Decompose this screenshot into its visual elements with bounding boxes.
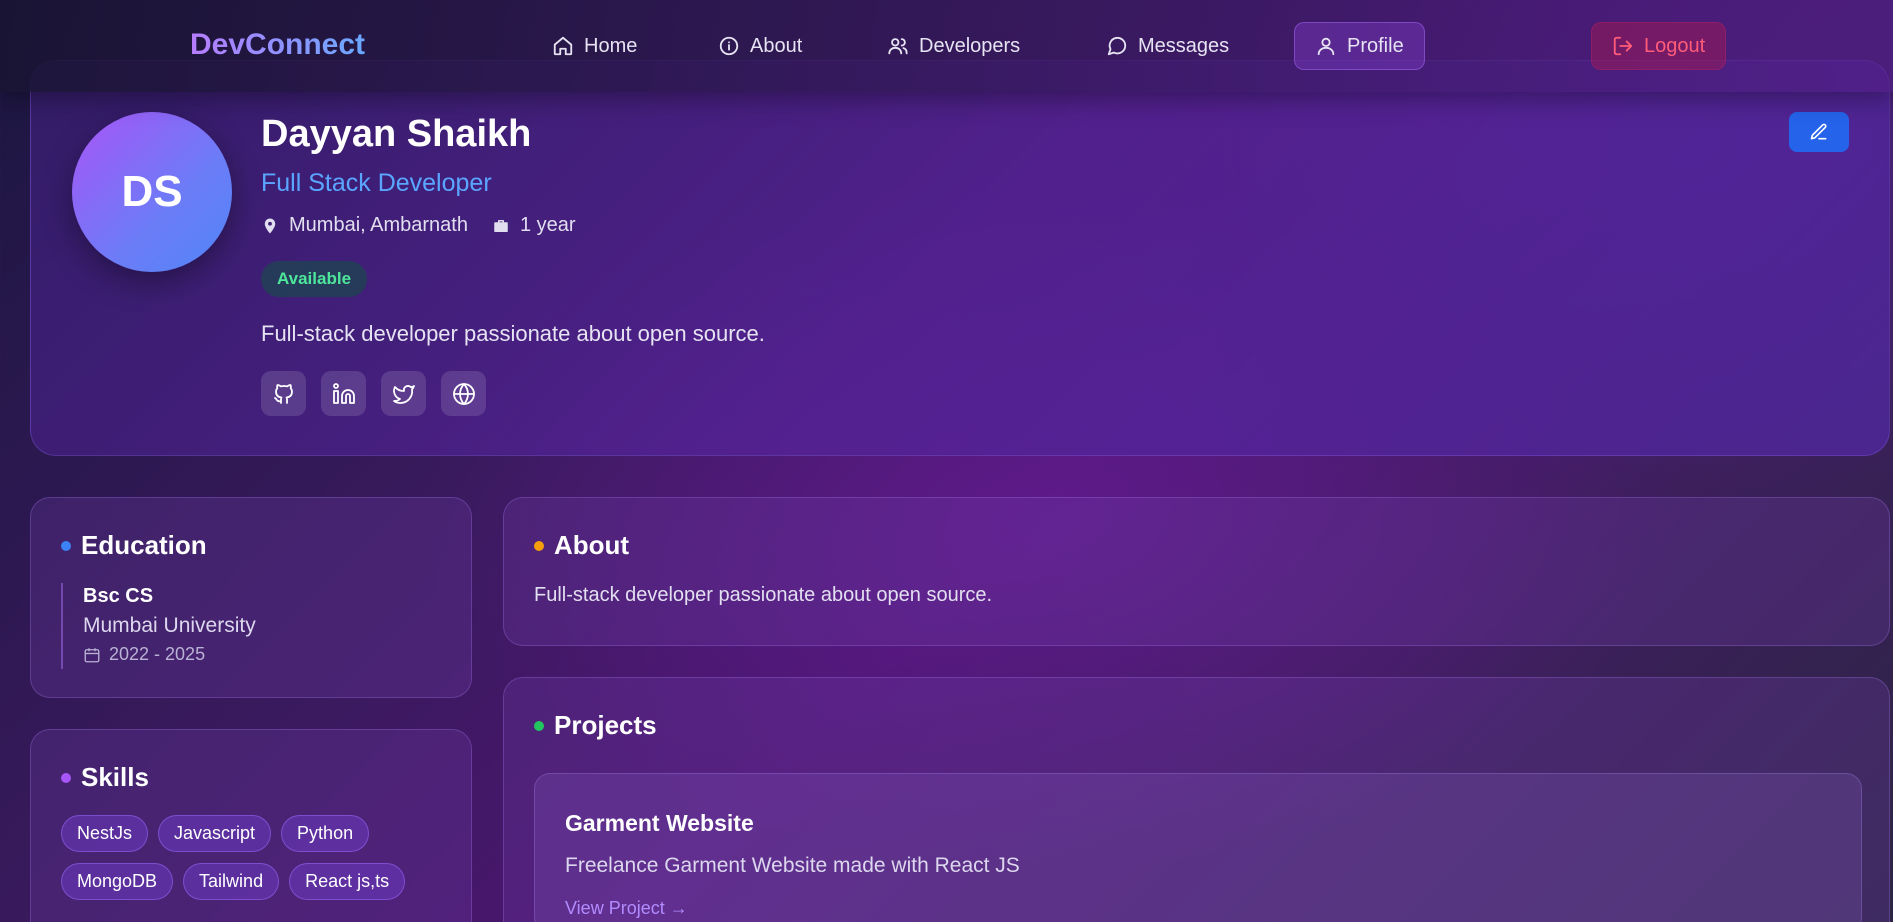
about-text: Full-stack developer passionate about op…	[534, 584, 993, 606]
logout-icon	[1613, 36, 1633, 56]
skill-tag: MongoDB	[61, 863, 174, 900]
education-title-row: Education	[61, 530, 207, 561]
twitter-icon	[392, 384, 415, 404]
nav-about-label: About	[750, 34, 803, 57]
education-entry: Bsc CS Mumbai University 2022 - 2025	[61, 583, 256, 669]
projects-dot	[534, 720, 544, 731]
nav-about[interactable]: About	[698, 22, 822, 70]
about-title-row: About	[534, 530, 629, 561]
skill-tag: NestJs	[61, 815, 149, 852]
social-links	[261, 371, 486, 416]
skill-tag: Javascript	[158, 815, 272, 852]
location: Mumbai, Ambarnath	[261, 214, 468, 237]
users-icon	[888, 38, 908, 55]
avatar: DS	[72, 112, 232, 272]
skill-tag: React js,ts	[289, 863, 406, 900]
view-project-link[interactable]: View Project →	[565, 898, 688, 919]
skills-dot	[61, 772, 71, 783]
briefcase-icon	[494, 219, 508, 232]
experience-text: 1 year	[519, 214, 576, 236]
projects-title-row: Projects	[534, 710, 657, 741]
website-link[interactable]	[441, 371, 486, 416]
projects-card: Projects Garment Website Freelance Garme…	[503, 677, 1890, 922]
logout-button[interactable]: Logout	[1591, 22, 1727, 70]
linkedin-icon	[332, 382, 355, 404]
globe-icon	[452, 382, 475, 405]
nav-home[interactable]: Home	[532, 22, 657, 70]
skill-tag: Tailwind	[183, 863, 280, 900]
app-logo[interactable]: DevConnect	[190, 28, 365, 62]
linkedin-link[interactable]	[321, 371, 366, 416]
message-icon	[1107, 36, 1127, 56]
project-description: Freelance Garment Website made with Reac…	[565, 854, 1020, 877]
nav-profile-label: Profile	[1347, 34, 1404, 57]
nav-messages-label: Messages	[1138, 34, 1230, 57]
profile-header-card: DS Dayyan Shaikh Full Stack Developer Mu…	[30, 60, 1890, 456]
nav-home-label: Home	[584, 34, 638, 57]
education-title: Education	[81, 530, 207, 560]
info-icon	[719, 36, 739, 56]
github-icon	[273, 383, 293, 404]
experience: 1 year	[492, 214, 576, 237]
about-card: About Full-stack developer passionate ab…	[503, 497, 1890, 646]
nav-developers-label: Developers	[919, 34, 1021, 57]
profile-role: Full Stack Developer	[261, 169, 492, 197]
nav-profile[interactable]: Profile	[1294, 22, 1425, 70]
nav-developers[interactable]: Developers	[867, 22, 1040, 70]
skills-card: Skills NestJs Javascript Python MongoDB …	[30, 729, 472, 922]
skills-list: NestJs Javascript Python MongoDB Tailwin…	[61, 815, 461, 900]
education-years: 2022 - 2025	[83, 644, 256, 665]
home-icon	[553, 36, 573, 56]
edit-icon	[1810, 123, 1827, 140]
logout-label: Logout	[1644, 34, 1706, 57]
education-card: Education Bsc CS Mumbai University 2022 …	[30, 497, 472, 698]
twitter-link[interactable]	[381, 371, 426, 416]
profile-meta: Mumbai, Ambarnath 1 year	[261, 214, 576, 237]
profile-name: Dayyan Shaikh	[261, 113, 532, 155]
edit-profile-button[interactable]	[1789, 112, 1849, 152]
about-dot	[534, 540, 544, 551]
top-navbar: DevConnect Home About Developers Message…	[0, 0, 1893, 92]
profile-bio: Full-stack developer passionate about op…	[261, 321, 765, 346]
project-title: Garment Website	[565, 810, 754, 836]
skill-tag: Python	[281, 815, 370, 852]
education-years-text: 2022 - 2025	[109, 644, 206, 664]
nav-messages[interactable]: Messages	[1086, 22, 1249, 70]
about-title: About	[554, 530, 630, 560]
location-text: Mumbai, Ambarnath	[289, 214, 468, 236]
calendar-icon	[84, 647, 100, 662]
education-degree: Bsc CS	[83, 585, 154, 607]
github-link[interactable]	[261, 371, 306, 416]
education-school: Mumbai University	[83, 614, 256, 637]
projects-title: Projects	[554, 710, 657, 740]
education-dot	[61, 540, 71, 551]
user-icon	[1317, 37, 1335, 56]
map-pin-icon	[264, 218, 276, 233]
skills-title: Skills	[81, 762, 149, 792]
status-badge: Available	[261, 261, 368, 297]
project-item: Garment Website Freelance Garment Websit…	[534, 773, 1862, 922]
skills-title-row: Skills	[61, 762, 149, 793]
